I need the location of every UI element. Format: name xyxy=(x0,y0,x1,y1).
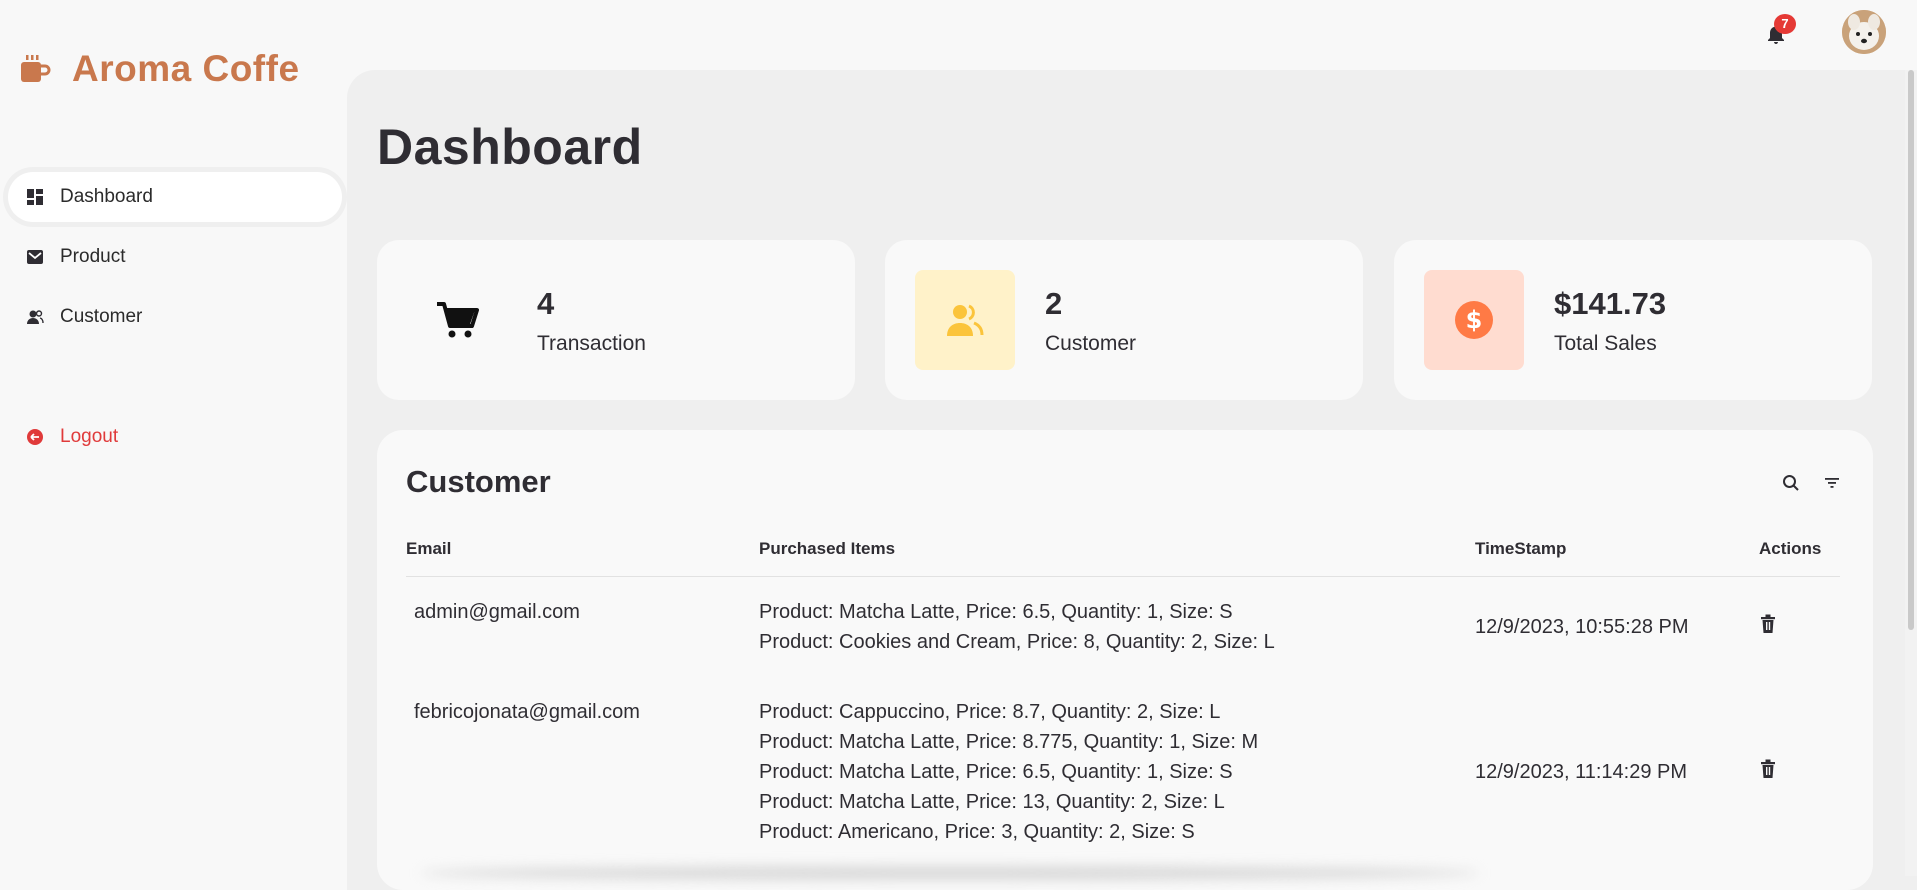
sidebar-item-label: Customer xyxy=(60,306,143,327)
delete-trash-icon[interactable] xyxy=(1759,614,1779,636)
logout-button[interactable]: Logout xyxy=(8,412,360,462)
purchased-item: Product: Matcha Latte, Price: 13, Quanti… xyxy=(759,791,1225,813)
customer-icon xyxy=(26,308,44,326)
page-title: Dashboard xyxy=(377,119,643,175)
sidebar-item-label: Product xyxy=(60,246,126,267)
logout-label: Logout xyxy=(60,426,119,447)
header-divider xyxy=(406,576,1840,577)
stat-card-customer: 2 Customer xyxy=(885,240,1363,400)
row-purchased-items: Product: Matcha Latte, Price: 6.5, Quant… xyxy=(759,597,1275,657)
dashboard-icon xyxy=(26,188,44,206)
cart-icon xyxy=(407,270,507,370)
brand-name: Aroma Coffe xyxy=(72,48,300,89)
column-header-timestamp[interactable]: TimeStamp xyxy=(1475,539,1566,559)
table-title: Customer xyxy=(406,464,551,499)
sidebar-item-dashboard[interactable]: Dashboard xyxy=(8,172,342,222)
purchased-item: Product: Matcha Latte, Price: 6.5, Quant… xyxy=(759,601,1233,623)
purchased-item: Product: Cappuccino, Price: 8.7, Quantit… xyxy=(759,701,1221,723)
stat-label: Total Sales xyxy=(1554,332,1657,355)
stat-card-sales: $ $141.73 Total Sales xyxy=(1394,240,1872,400)
notification-badge: 7 xyxy=(1774,14,1796,34)
search-icon[interactable] xyxy=(1780,472,1802,494)
coffee-cup-icon xyxy=(18,52,52,86)
stat-card-transaction: 4 Transaction xyxy=(377,240,855,400)
dollar-icon: $ xyxy=(1424,270,1524,370)
column-header-email[interactable]: Email xyxy=(406,539,451,559)
column-header-actions: Actions xyxy=(1759,539,1822,558)
brand-logo[interactable]: Aroma Coffe xyxy=(18,48,300,90)
row-timestamp: 12/9/2023, 11:14:29 PM xyxy=(1475,761,1688,783)
sidebar-item-label: Dashboard xyxy=(60,186,153,207)
product-icon xyxy=(26,248,44,266)
svg-text:$: $ xyxy=(1466,306,1483,334)
stat-value: 4 xyxy=(537,286,555,321)
row-email: febricojonata@gmail.com xyxy=(414,701,640,723)
page-scrollbar[interactable] xyxy=(1905,70,1917,876)
column-header-purchased-items[interactable]: Purchased Items xyxy=(759,539,895,559)
purchased-item: Product: Cookies and Cream, Price: 8, Qu… xyxy=(759,631,1275,653)
stat-label: Customer xyxy=(1045,332,1137,355)
toast-shadow xyxy=(420,866,1480,880)
users-icon xyxy=(915,270,1015,370)
row-purchased-items: Product: Cappuccino, Price: 8.7, Quantit… xyxy=(759,697,1258,847)
sidebar-item-customer[interactable]: Customer xyxy=(8,292,342,342)
delete-trash-icon[interactable] xyxy=(1759,759,1779,781)
sidebar-nav: Dashboard Product Customer xyxy=(8,172,342,352)
filter-icon[interactable] xyxy=(1821,472,1843,494)
stat-value: 2 xyxy=(1045,286,1063,321)
avatar[interactable] xyxy=(1842,10,1886,54)
logout-icon xyxy=(26,428,44,446)
stat-label: Transaction xyxy=(537,332,646,355)
purchased-item: Product: Americano, Price: 3, Quantity: … xyxy=(759,821,1195,843)
sidebar-item-product[interactable]: Product xyxy=(8,232,342,282)
row-timestamp: 12/9/2023, 10:55:28 PM xyxy=(1475,616,1689,638)
purchased-item: Product: Matcha Latte, Price: 6.5, Quant… xyxy=(759,761,1233,783)
stat-value: $141.73 xyxy=(1554,286,1667,321)
scrollbar-thumb[interactable] xyxy=(1908,70,1914,630)
row-email: admin@gmail.com xyxy=(414,601,580,623)
purchased-item: Product: Matcha Latte, Price: 8.775, Qua… xyxy=(759,731,1259,753)
